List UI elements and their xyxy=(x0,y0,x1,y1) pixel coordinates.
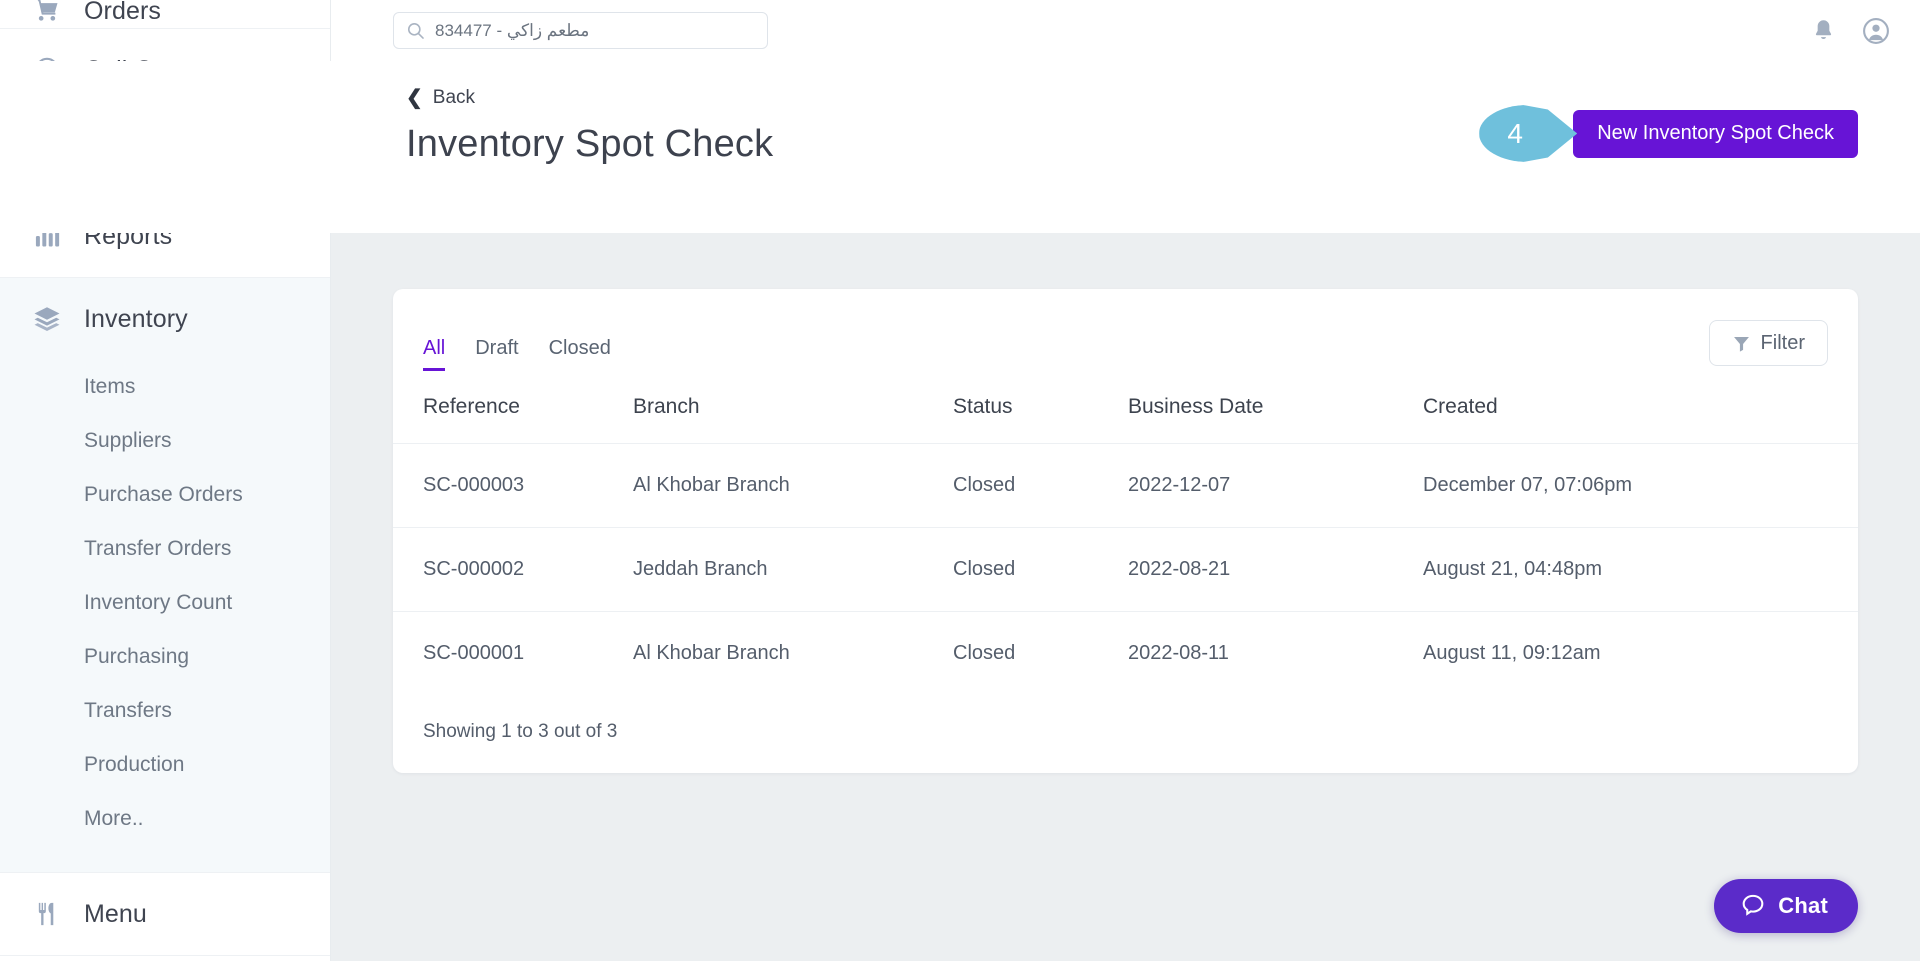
table-body: SC-000003 Al Khobar Branch Closed 2022-1… xyxy=(393,444,1858,696)
sidebar-item-inventory[interactable]: Inventory xyxy=(0,278,330,360)
layers-icon xyxy=(30,302,64,336)
sidebar-subitem-transfers[interactable]: Transfers xyxy=(0,684,330,738)
main-area: مطعم زاكي - 834477 ❮ Back Inventory Spot… xyxy=(331,0,1920,961)
cell-branch: Jeddah Branch xyxy=(633,528,953,612)
sidebar-subitem-more[interactable]: More.. xyxy=(0,792,330,846)
back-label: Back xyxy=(433,87,475,109)
cell-reference: SC-000001 xyxy=(393,612,633,696)
bell-icon[interactable] xyxy=(1811,18,1836,43)
cell-reference: SC-000003 xyxy=(393,444,633,528)
pagination-summary: Showing 1 to 3 out of 3 xyxy=(393,695,1858,773)
sidebar-subitem-suppliers[interactable]: Suppliers xyxy=(0,414,330,468)
sidebar-item-label: Menu xyxy=(84,900,147,929)
step-badge: 4 xyxy=(1479,105,1577,162)
sidebar-subitem-transfer-orders[interactable]: Transfer Orders xyxy=(0,522,330,576)
sidebar-group-orders: Orders xyxy=(0,0,330,29)
cutlery-icon xyxy=(30,897,64,931)
card-toolbar: All Draft Closed Filter xyxy=(393,289,1858,371)
topbar: مطعم زاكي - 834477 xyxy=(331,0,1920,61)
cell-business-date: 2022-12-07 xyxy=(1128,444,1423,528)
cell-business-date: 2022-08-11 xyxy=(1128,612,1423,696)
tab-all[interactable]: All xyxy=(423,338,445,371)
sidebar-group-inventory: Inventory Items Suppliers Purchase Order… xyxy=(0,278,330,873)
column-header-reference: Reference xyxy=(393,371,633,444)
column-header-created: Created xyxy=(1423,371,1858,444)
cell-reference: SC-000002 xyxy=(393,528,633,612)
chevron-left-icon: ❮ xyxy=(406,88,423,108)
cell-created: August 11, 09:12am xyxy=(1423,612,1858,696)
cell-branch: Al Khobar Branch xyxy=(633,444,953,528)
sidebar-item-label: Orders xyxy=(84,0,161,26)
sidebar-subitem-production[interactable]: Production xyxy=(0,738,330,792)
cart-icon xyxy=(30,0,64,26)
search-value: مطعم زاكي - 834477 xyxy=(435,21,589,41)
app-root: Orders Call Center Customers xyxy=(0,0,1920,961)
table-row[interactable]: SC-000001 Al Khobar Branch Closed 2022-0… xyxy=(393,612,1858,696)
page-header: ❮ Back Inventory Spot Check 4 New Invent… xyxy=(0,61,1920,233)
sidebar-item-menu[interactable]: Menu xyxy=(0,873,330,955)
search-input[interactable]: مطعم زاكي - 834477 xyxy=(393,12,768,49)
table-head: Reference Branch Status Business Date Cr… xyxy=(393,371,1858,444)
sidebar-subitem-purchasing[interactable]: Purchasing xyxy=(0,630,330,684)
step-badge-shape xyxy=(1479,105,1577,162)
filter-button[interactable]: Filter xyxy=(1709,320,1828,366)
spot-check-list-card: All Draft Closed Filter Reference xyxy=(393,289,1858,773)
sidebar-item-orders[interactable]: Orders xyxy=(0,0,330,28)
cell-status: Closed xyxy=(953,444,1128,528)
cell-created: December 07, 07:06pm xyxy=(1423,444,1858,528)
search-icon xyxy=(406,21,425,40)
topbar-actions xyxy=(1811,0,1890,61)
chat-bubble-icon xyxy=(1740,892,1766,921)
filter-label: Filter xyxy=(1761,332,1805,355)
page-header-actions: 4 New Inventory Spot Check xyxy=(1479,105,1858,162)
table-row[interactable]: SC-000003 Al Khobar Branch Closed 2022-1… xyxy=(393,444,1858,528)
back-button[interactable]: ❮ Back xyxy=(406,87,475,109)
cell-created: August 21, 04:48pm xyxy=(1423,528,1858,612)
tab-closed[interactable]: Closed xyxy=(549,338,611,371)
filter-icon xyxy=(1732,334,1751,353)
sidebar-subitem-inventory-count[interactable]: Inventory Count xyxy=(0,576,330,630)
cell-status: Closed xyxy=(953,612,1128,696)
sidebar-subitem-purchase-orders[interactable]: Purchase Orders xyxy=(0,468,330,522)
column-header-status: Status xyxy=(953,371,1128,444)
sidebar-subnav-inventory: Items Suppliers Purchase Orders Transfer… xyxy=(0,360,330,872)
column-header-business-date: Business Date xyxy=(1128,371,1423,444)
new-inventory-spot-check-button[interactable]: New Inventory Spot Check xyxy=(1573,110,1858,158)
cell-branch: Al Khobar Branch xyxy=(633,612,953,696)
step-badge-number: 4 xyxy=(1507,120,1523,148)
status-tabs: All Draft Closed xyxy=(423,315,611,371)
sidebar-item-label: Inventory xyxy=(84,305,188,334)
sidebar-subitem-items[interactable]: Items xyxy=(0,360,330,414)
cell-business-date: 2022-08-21 xyxy=(1128,528,1423,612)
user-avatar-icon[interactable] xyxy=(1862,17,1890,45)
sidebar-group-menu: Menu xyxy=(0,873,330,956)
chat-label: Chat xyxy=(1778,893,1828,919)
content-area: All Draft Closed Filter Reference xyxy=(331,233,1920,961)
column-header-branch: Branch xyxy=(633,371,953,444)
chat-button[interactable]: Chat xyxy=(1714,879,1858,933)
table-row[interactable]: SC-000002 Jeddah Branch Closed 2022-08-2… xyxy=(393,528,1858,612)
spot-check-table: Reference Branch Status Business Date Cr… xyxy=(393,371,1858,695)
cell-status: Closed xyxy=(953,528,1128,612)
table-header-row: Reference Branch Status Business Date Cr… xyxy=(393,371,1858,444)
tab-draft[interactable]: Draft xyxy=(475,338,518,371)
